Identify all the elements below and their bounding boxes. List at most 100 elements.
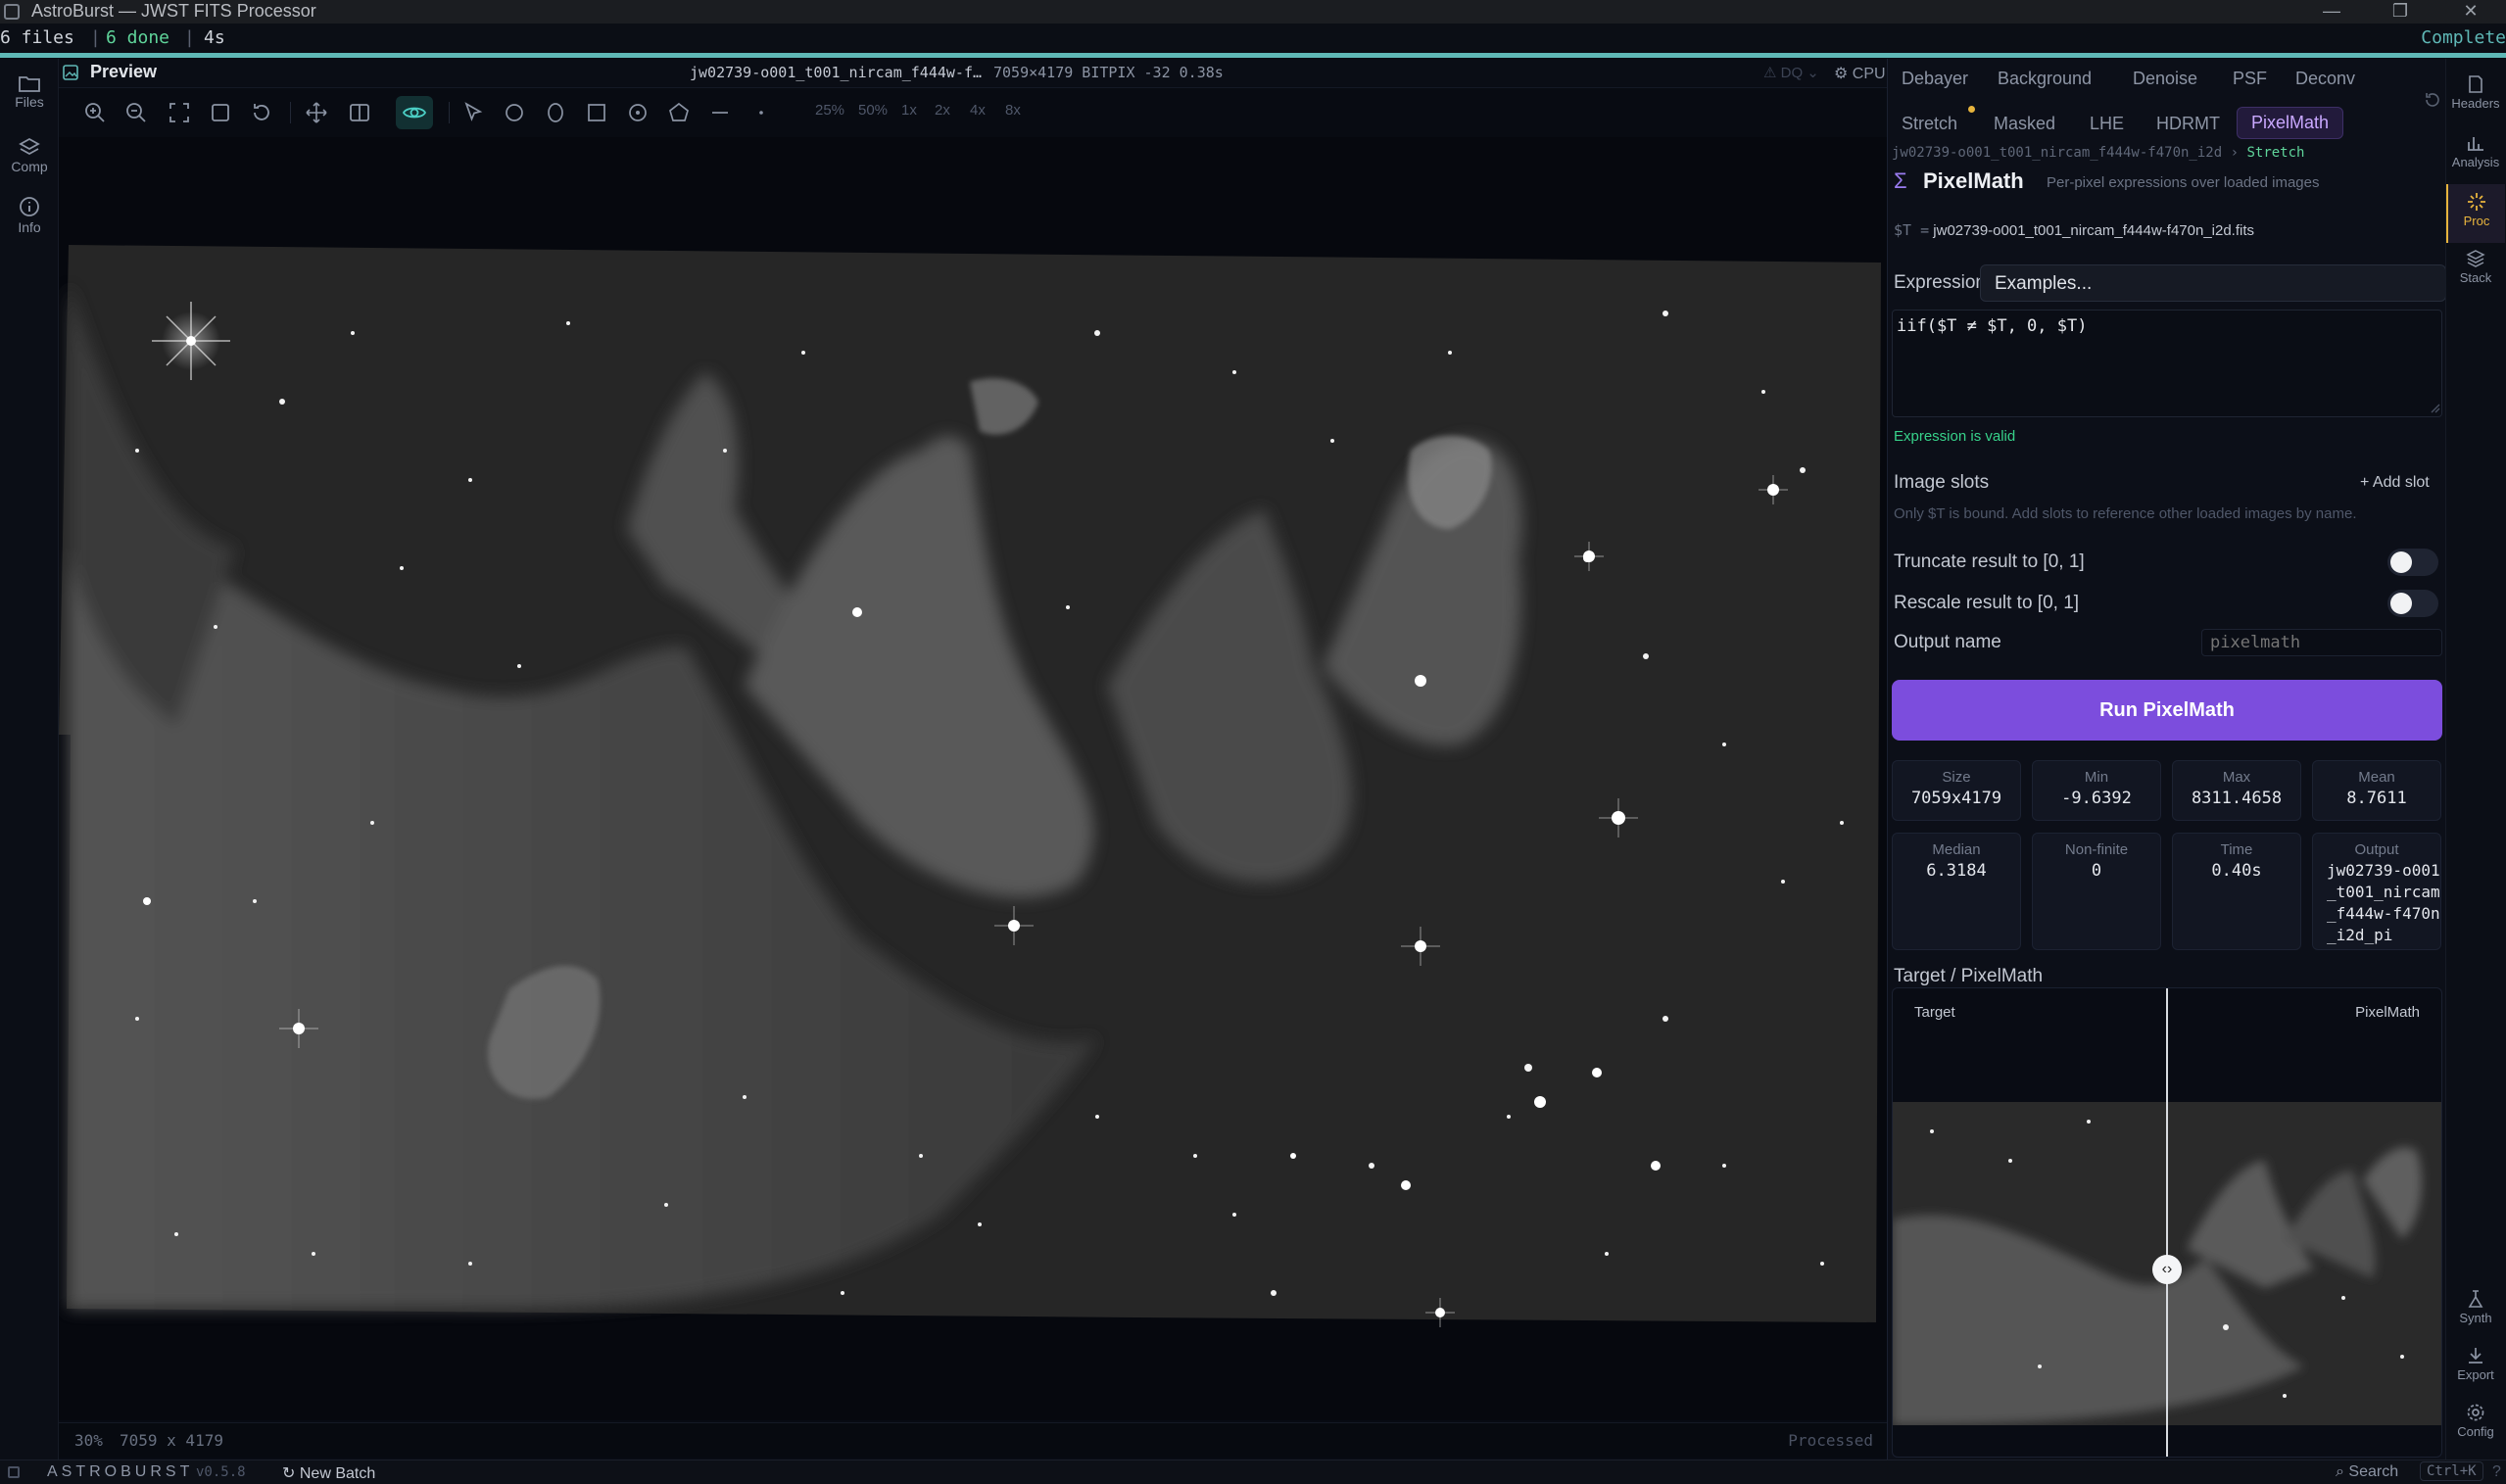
rail-synth[interactable]: Synth <box>2446 1289 2505 1325</box>
stat-max: Max 8311.4658 <box>2172 760 2301 821</box>
ellipse-tool-icon[interactable] <box>543 100 568 125</box>
stat-size: Size 7059x4179 <box>1892 760 2021 821</box>
tab-debayer[interactable]: Debayer <box>1902 69 1968 89</box>
eye-toggle-bg[interactable] <box>396 96 433 129</box>
output-name-input[interactable] <box>2201 629 2442 656</box>
rail-export-label: Export <box>2457 1367 2494 1382</box>
preview-header: Preview jw02739-o001_t001_nircam_f444w-f… <box>59 59 1887 88</box>
aperture-tool-icon[interactable] <box>625 100 651 125</box>
compare-widget[interactable]: Target PixelMath ‹› <box>1892 987 2442 1458</box>
zoom-1x[interactable]: 1x <box>901 102 917 119</box>
zoom-2x[interactable]: 2x <box>935 102 950 119</box>
rail-proc[interactable]: Proc <box>2446 184 2505 243</box>
run-pixelmath-button[interactable]: Run PixelMath <box>1892 680 2442 741</box>
stat-min-value: -9.6392 <box>2061 789 2132 808</box>
zoom-out-icon[interactable] <box>123 100 149 125</box>
rail-headers[interactable]: Headers <box>2446 74 2505 111</box>
fit-screen-icon[interactable] <box>167 100 192 125</box>
tab-lhe[interactable]: LHE <box>2090 114 2124 134</box>
rail-export[interactable]: Export <box>2446 1346 2505 1382</box>
rect-tool-icon[interactable] <box>584 100 609 125</box>
compare-divider[interactable] <box>2166 988 2168 1457</box>
compare-title: Target / PixelMath <box>1894 966 2044 986</box>
nebula-image <box>59 245 1881 1327</box>
zoom-50[interactable]: 50% <box>858 102 888 119</box>
title-bar: AstroBurst — JWST FITS Processor — ❐ ✕ <box>0 0 2506 24</box>
stat-nonfinite-value: 0 <box>2091 861 2102 881</box>
zoom-8x[interactable]: 8x <box>1005 102 1021 119</box>
close-button[interactable]: ✕ <box>2441 0 2500 24</box>
maximize-button[interactable]: ❐ <box>2371 0 2430 24</box>
stat-min-key: Min <box>2084 769 2109 786</box>
panel-title: PixelMath <box>1923 168 2024 193</box>
compare-right-label: PixelMath <box>2355 1004 2420 1021</box>
expression-editor[interactable]: iif($T ≠ $T, 0, $T) <box>1892 310 2442 417</box>
pointer-icon[interactable] <box>460 100 486 125</box>
reset-view-icon[interactable] <box>249 100 274 125</box>
zoom-25[interactable]: 25% <box>815 102 844 119</box>
dq-label: DQ <box>1780 65 1804 81</box>
polygon-tool-icon[interactable] <box>666 100 692 125</box>
layers-icon <box>19 137 40 156</box>
rail-stack[interactable]: Stack <box>2446 249 2505 285</box>
stat-max-key: Max <box>2222 769 2251 786</box>
stat-time: Time 0.40s <box>2172 833 2301 950</box>
cpu-label: CPU <box>1852 66 1886 82</box>
export-icon <box>2469 1348 2482 1364</box>
reset-icon[interactable] <box>2423 90 2442 110</box>
minimize-button[interactable]: — <box>2302 0 2361 24</box>
new-batch-button[interactable]: ↻ New Batch <box>282 1463 375 1483</box>
tab-background[interactable]: Background <box>1998 69 2092 89</box>
expression-valid-msg: Expression is valid <box>1894 428 2016 445</box>
truncate-toggle[interactable] <box>2387 549 2438 576</box>
rail-analysis[interactable]: Analysis <box>2446 133 2505 169</box>
truncate-label: Truncate result to [0, 1] <box>1894 551 2085 572</box>
pan-icon[interactable] <box>304 100 329 125</box>
stat-nonfinite-key: Non-finite <box>2064 841 2129 858</box>
sigma-icon: Σ <box>1894 168 1907 193</box>
line-tool-icon[interactable] <box>707 100 733 125</box>
rail-files[interactable]: Files <box>0 74 59 110</box>
image-viewport[interactable] <box>59 137 1887 1420</box>
compare-left-label: Target <box>1914 1004 1955 1021</box>
zoom-in-icon[interactable] <box>82 100 108 125</box>
search-button[interactable]: ⌕ Search <box>2336 1463 2398 1481</box>
rail-info[interactable]: Info <box>0 196 59 235</box>
compare-handle-icon[interactable]: ‹› <box>2152 1255 2182 1284</box>
zoom-4x[interactable]: 4x <box>970 102 986 119</box>
tab-hdrmt[interactable]: HDRMT <box>2156 114 2220 134</box>
folder-icon <box>19 76 40 92</box>
done-count: 6 done <box>106 27 170 48</box>
search-label: Search <box>2348 1463 2399 1480</box>
resize-grip-icon[interactable] <box>2429 402 2440 413</box>
dq-toggle[interactable]: ⚠ DQ ⌄ <box>1763 64 1819 81</box>
info-icon <box>20 197 39 216</box>
stat-median-value: 6.3184 <box>1926 861 1987 881</box>
help-button[interactable]: ? <box>2492 1463 2501 1481</box>
stretch-modified-dot <box>1968 106 1975 113</box>
tab-stretch[interactable]: Stretch <box>1902 114 1957 134</box>
examples-select[interactable]: Examples... <box>1980 264 2445 302</box>
circle-tool-icon[interactable] <box>502 100 527 125</box>
stat-output-value: jw02739-o001_t001_nircam_f444w-f470n_i2d… <box>2327 861 2440 944</box>
preview-toolbar: 25% 50% 1x 2x 4x 8x <box>59 88 1887 137</box>
batch-status-strip: 6 files | 6 done | 4s Complete <box>0 24 2506 53</box>
actual-size-icon[interactable] <box>208 100 233 125</box>
tab-pixelmath[interactable]: PixelMath <box>2237 107 2344 139</box>
process-state: Processed <box>1788 1431 1873 1450</box>
image-icon <box>63 65 78 80</box>
tab-masked[interactable]: Masked <box>1994 114 2055 134</box>
tab-denoise[interactable]: Denoise <box>2133 69 2197 89</box>
preview-title: Preview <box>90 62 158 81</box>
add-slot-button[interactable]: + Add slot <box>2360 474 2430 492</box>
stat-size-key: Size <box>1942 769 1971 786</box>
rescale-toggle[interactable] <box>2387 590 2438 617</box>
output-name-label: Output name <box>1894 632 2001 652</box>
tab-deconv[interactable]: Deconv <box>2295 69 2355 89</box>
tab-psf[interactable]: PSF <box>2233 69 2267 89</box>
point-tool-icon[interactable] <box>748 100 774 125</box>
rail-config[interactable]: Config <box>2446 1403 2505 1439</box>
rail-comp[interactable]: Comp <box>0 137 59 174</box>
split-view-icon[interactable] <box>347 100 372 125</box>
rail-stack-label: Stack <box>2459 270 2492 285</box>
